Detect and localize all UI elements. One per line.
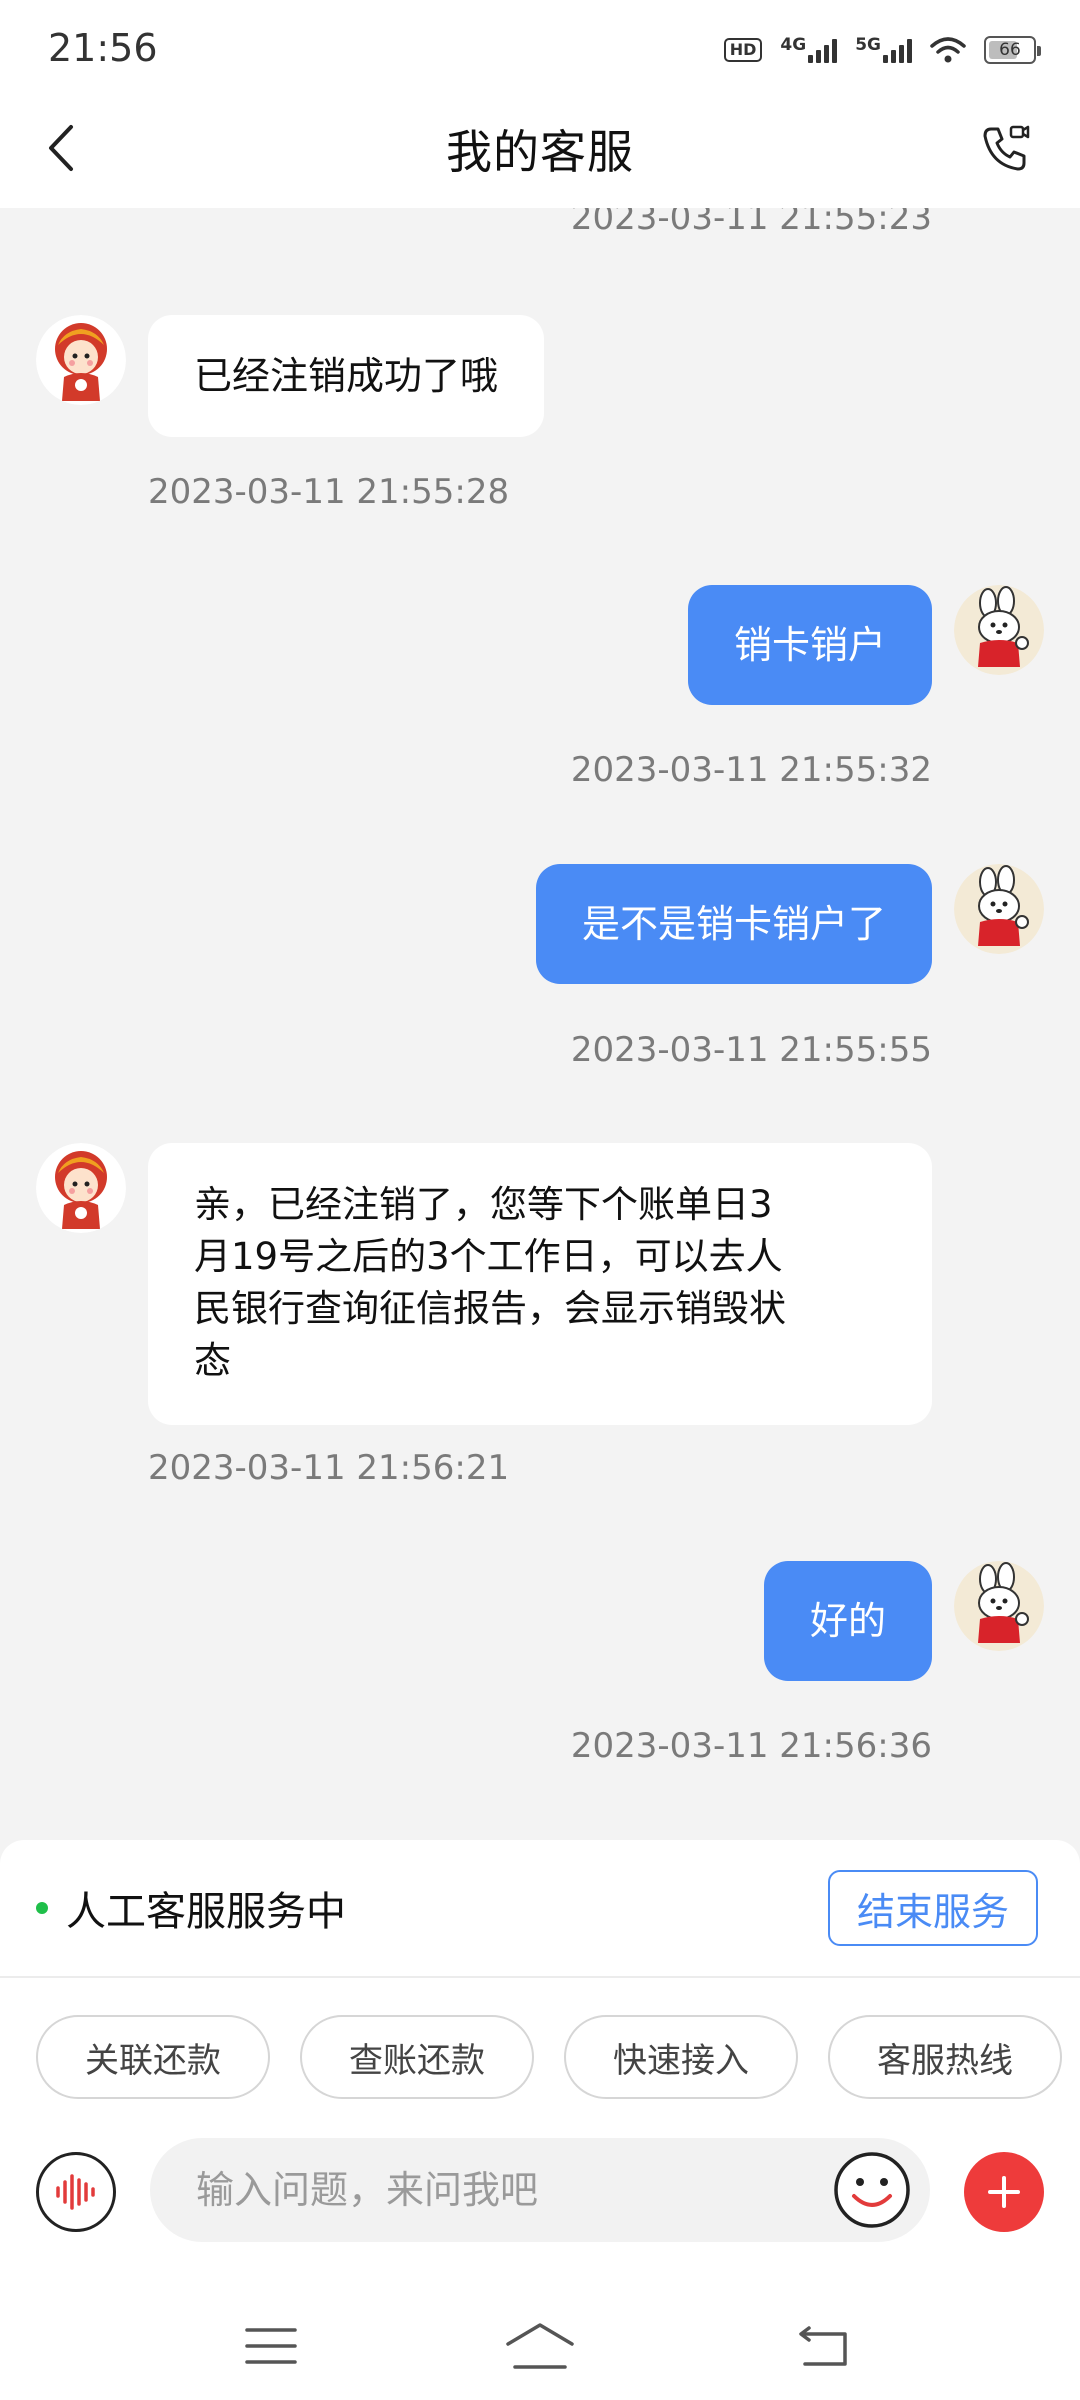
message-timestamp: 2023-03-11 21:56:36 [570,1726,932,1766]
message-timestamp: 2023-03-11 21:56:21 [148,1448,510,1488]
home-icon [506,2323,574,2369]
message-timestamp: 2023-03-11 21:55:55 [570,1030,932,1070]
user-message: 好的 [763,1561,932,1681]
call-button[interactable] [976,118,1036,178]
battery-level: 66 [999,40,1021,60]
top-bar: 21:56 HD 4G 5G 66 我的客服 [0,0,1080,208]
quick-action-hotline[interactable]: 客服热线 [828,2015,1062,2099]
page-title: 我的客服 [446,125,634,179]
battery-icon: 66 [984,36,1041,64]
agent-avatar [36,315,126,405]
return-icon [799,2326,847,2366]
system-nav-bar [0,2288,1080,2400]
end-service-button[interactable]: 结束服务 [828,1870,1038,1946]
plus-button[interactable] [964,2152,1044,2232]
menu-icon [245,2328,297,2364]
emoji-button[interactable] [832,2150,912,2230]
voice-wave-icon [56,2174,95,2210]
online-dot-icon [36,1902,48,1914]
user-message: 是不是销卡销户了 [535,864,932,984]
smiley-icon [834,2152,910,2228]
user-message: 销卡销户 [687,585,932,705]
voice-button[interactable] [36,2152,116,2232]
signal-5g-icon: 5G [855,37,912,63]
nav-back-button[interactable] [790,2316,860,2376]
service-panel: 人工客服服务中 结束服务 关联还款 查账还款 快速接入 客服热线 [0,1840,1080,2400]
quick-action-check-bill[interactable]: 查账还款 [300,2015,534,2099]
nav-menu-button[interactable] [236,2316,306,2376]
message-input[interactable] [150,2138,930,2242]
message-line: 亲，已经注销了，您等下个账单日3 [194,1183,773,1226]
quick-actions: 关联还款 查账还款 快速接入 客服热线 [36,2015,1062,2099]
nav-home-button[interactable] [505,2316,575,2376]
message-line: 月19号之后的3个工作日，可以去人 [194,1235,783,1278]
user-avatar [954,585,1044,675]
quick-action-fast-connect[interactable]: 快速接入 [564,2015,798,2099]
video-call-icon [983,125,1030,171]
message-line: 态 [194,1339,231,1382]
status-time: 21:56 [48,26,158,70]
agent-message: 亲，已经注销了，您等下个账单日3 月19号之后的3个工作日，可以去人 民银行查询… [148,1143,932,1425]
message-timestamp: 2023-03-11 21:55:28 [148,472,510,512]
input-row [0,2132,1080,2252]
user-avatar [954,864,1044,954]
agent-message: 已经注销成功了哦 [148,315,545,437]
message-line: 民银行查询征信报告，会显示销毁状 [194,1287,786,1330]
wifi-icon [930,37,966,63]
hd-icon: HD [723,38,763,62]
service-status: 人工客服服务中 [36,1840,346,1976]
message-timestamp: 2023-03-11 21:55:32 [570,750,932,790]
plus-icon [988,2176,1020,2208]
status-icons: HD 4G 5G 66 [723,30,1041,70]
agent-avatar [36,1143,126,1233]
service-status-label: 人工客服服务中 [66,1889,346,1935]
signal-4g-icon: 4G [780,37,838,63]
user-avatar [954,1561,1044,1651]
quick-action-link-repay[interactable]: 关联还款 [36,2015,270,2099]
divider [0,1976,1080,1978]
